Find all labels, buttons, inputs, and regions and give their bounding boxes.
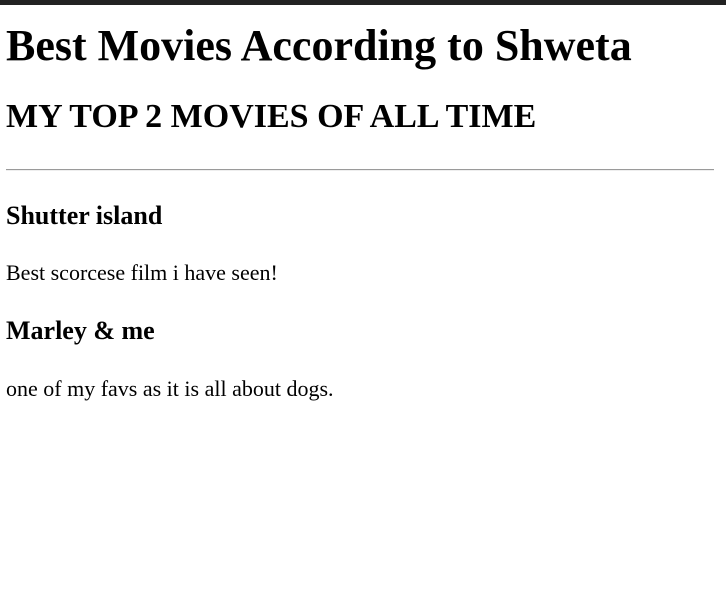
divider xyxy=(6,169,714,171)
page-subtitle: MY TOP 2 MOVIES OF ALL TIME xyxy=(6,98,537,135)
movie-title-marley-and-me: Marley & me xyxy=(6,316,155,345)
movie-description-marley-and-me: one of my favs as it is all about dogs. xyxy=(6,376,334,401)
page-content: Best Movies According to Shweta MY TOP 2… xyxy=(0,19,726,402)
movie-description-shutter-island: Best scorcese film i have seen! xyxy=(6,260,278,285)
page-title: Best Movies According to Shweta xyxy=(6,21,632,70)
movie-title-shutter-island: Shutter island xyxy=(6,201,163,230)
